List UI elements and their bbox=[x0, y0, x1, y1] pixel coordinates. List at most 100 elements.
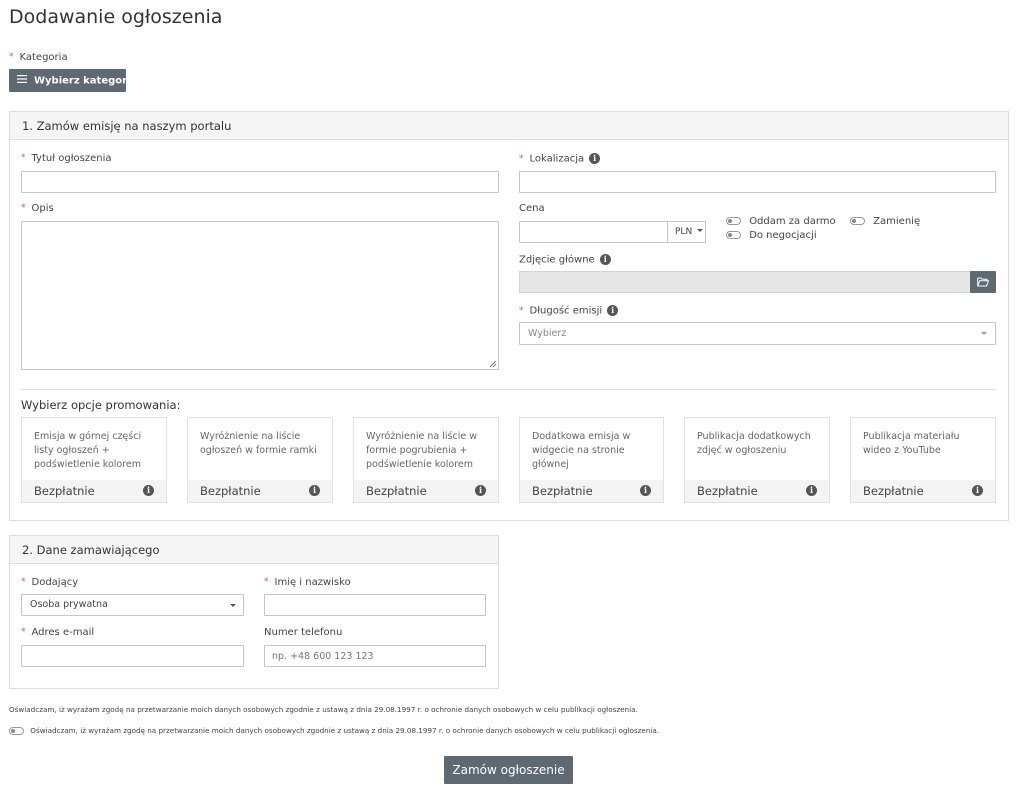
category-label: Kategoria bbox=[19, 52, 68, 63]
browse-file-button[interactable] bbox=[970, 271, 996, 293]
consent-toggle[interactable] bbox=[9, 727, 24, 735]
name-label-row: * Imię i nazwisko bbox=[264, 577, 351, 588]
chevron-down-icon bbox=[981, 332, 987, 335]
swap-label: Zamienię bbox=[873, 216, 921, 227]
email-label: Adres e-mail bbox=[31, 627, 95, 638]
submit-order-label: Zamów ogłoszenie bbox=[452, 763, 565, 777]
section-divider bbox=[21, 389, 996, 390]
promo-option-card[interactable]: Emisja w górnej części listy ogłoszeń + … bbox=[21, 417, 167, 503]
negotiate-toggle[interactable] bbox=[726, 231, 741, 239]
promo-option-text: Publikacja materiału wideo z YouTube bbox=[863, 431, 960, 456]
promo-option-price: Bezpłatnie bbox=[366, 484, 427, 498]
photo-label-row: Zdjęcie główne i bbox=[519, 254, 611, 266]
free-label: Oddam za darmo bbox=[749, 216, 836, 227]
submit-order-button[interactable]: Zamów ogłoszenie bbox=[444, 756, 573, 784]
info-icon[interactable]: i bbox=[309, 485, 320, 496]
email-input[interactable] bbox=[21, 645, 244, 667]
duration-label: Długość emisji bbox=[529, 305, 603, 317]
promo-heading: Wybierz opcje promowania: bbox=[21, 398, 181, 412]
name-input[interactable] bbox=[264, 594, 486, 616]
chevron-down-icon bbox=[230, 604, 236, 607]
adder-select[interactable]: Osoba prywatna bbox=[21, 594, 244, 616]
section-1-title: 1. Zamów emisję na naszym portalu bbox=[10, 112, 1008, 140]
negotiate-label: Do negocjacji bbox=[749, 230, 817, 241]
promo-option-card[interactable]: Dodatkowa emisja w widgecie na stronie g… bbox=[519, 417, 664, 503]
promo-option-text: Dodatkowa emisja w widgecie na stronie g… bbox=[532, 431, 631, 470]
promo-option-text: Wyróżnienie na liście ogłoszeń w formie … bbox=[200, 431, 317, 456]
required-mark: * bbox=[264, 577, 269, 587]
choose-category-label: Wybierz kategorię bbox=[34, 75, 138, 87]
duration-select[interactable]: Wybierz bbox=[519, 322, 996, 345]
choose-category-button[interactable]: Wybierz kategorię bbox=[9, 69, 137, 92]
info-icon[interactable]: i bbox=[143, 485, 154, 496]
info-icon[interactable]: i bbox=[589, 153, 601, 164]
info-icon[interactable]: i bbox=[599, 254, 611, 265]
promo-option-card[interactable]: Publikacja materiału wideo z YouTube Bez… bbox=[850, 417, 996, 503]
promo-option-footer: Bezpłatnie i bbox=[354, 480, 498, 502]
required-mark: * bbox=[519, 153, 524, 164]
description-label: Opis bbox=[31, 203, 54, 214]
price-label: Cena bbox=[519, 203, 545, 214]
photo-file-input[interactable] bbox=[519, 271, 971, 293]
required-mark: * bbox=[21, 627, 26, 637]
swap-toggle[interactable] bbox=[850, 217, 865, 225]
location-label-row: * Lokalizacja i bbox=[519, 153, 601, 165]
promo-option-price: Bezpłatnie bbox=[697, 484, 758, 498]
adder-value: Osoba prywatna bbox=[30, 599, 108, 610]
description-textarea[interactable] bbox=[21, 221, 499, 370]
promo-option-footer: Bezpłatnie i bbox=[22, 480, 166, 502]
phone-label: Numer telefonu bbox=[264, 627, 343, 638]
free-toggle[interactable] bbox=[726, 217, 741, 225]
swap-toggle-row[interactable]: Zamienię bbox=[850, 216, 920, 227]
consent-notice: Oświadczam, iż wyrażam zgodę na przetwar… bbox=[9, 705, 638, 714]
section-2-title: 2. Dane zamawiającego bbox=[10, 536, 498, 564]
adder-label-row: * Dodający bbox=[21, 577, 78, 588]
promo-option-price: Bezpłatnie bbox=[200, 484, 261, 498]
free-toggle-row[interactable]: Oddam za darmo bbox=[726, 216, 836, 227]
info-icon[interactable]: i bbox=[475, 485, 486, 496]
consent-toggle-label: Oświadczam, iż wyrażam zgodę na przetwar… bbox=[30, 726, 660, 735]
chevron-down-icon bbox=[697, 229, 704, 232]
resize-grip-icon[interactable] bbox=[489, 360, 497, 368]
info-icon[interactable]: i bbox=[972, 485, 983, 496]
duration-label-row: * Długość emisji i bbox=[519, 305, 619, 317]
page-title: Dodawanie ogłoszenia bbox=[9, 6, 223, 28]
promo-option-footer: Bezpłatnie i bbox=[188, 480, 332, 502]
price-input[interactable] bbox=[519, 221, 668, 243]
name-label: Imię i nazwisko bbox=[274, 577, 351, 588]
title-input[interactable] bbox=[21, 171, 499, 193]
description-label-row: * Opis bbox=[21, 203, 54, 214]
title-label-row: * Tytuł ogłoszenia bbox=[21, 153, 112, 164]
promo-option-footer: Bezpłatnie i bbox=[520, 480, 663, 502]
required-mark: * bbox=[21, 153, 26, 163]
promo-option-footer: Bezpłatnie i bbox=[685, 480, 829, 502]
info-icon[interactable]: i bbox=[640, 485, 651, 496]
hamburger-icon bbox=[17, 69, 27, 92]
info-icon[interactable]: i bbox=[806, 485, 817, 496]
promo-option-card[interactable]: Publikacja dodatkowych zdjęć w ogłoszeni… bbox=[684, 417, 830, 503]
required-mark: * bbox=[21, 577, 26, 587]
promo-option-footer: Bezpłatnie i bbox=[851, 480, 995, 502]
required-mark: * bbox=[21, 203, 26, 213]
promo-option-price: Bezpłatnie bbox=[863, 484, 924, 498]
required-mark: * bbox=[9, 52, 14, 62]
location-label: Lokalizacja bbox=[529, 153, 585, 165]
adder-label: Dodający bbox=[31, 577, 79, 588]
currency-value: PLN bbox=[675, 227, 693, 237]
location-input[interactable] bbox=[519, 171, 996, 193]
negotiate-toggle-row[interactable]: Do negocjacji bbox=[726, 230, 817, 241]
consent-toggle-row[interactable]: Oświadczam, iż wyrażam zgodę na przetwar… bbox=[9, 726, 659, 735]
promo-option-card[interactable]: Wyróżnienie na liście w formie pogrubien… bbox=[353, 417, 499, 503]
promo-option-text: Wyróżnienie na liście w formie pogrubien… bbox=[366, 431, 477, 470]
phone-input[interactable] bbox=[264, 645, 486, 667]
currency-select[interactable]: PLN bbox=[667, 221, 706, 243]
folder-open-icon bbox=[977, 277, 989, 287]
promo-option-price: Bezpłatnie bbox=[34, 484, 95, 498]
info-icon[interactable]: i bbox=[607, 305, 619, 316]
promo-option-text: Emisja w górnej części listy ogłoszeń + … bbox=[34, 431, 142, 470]
promo-option-card[interactable]: Wyróżnienie na liście ogłoszeń w formie … bbox=[187, 417, 333, 503]
photo-label: Zdjęcie główne bbox=[519, 254, 595, 266]
email-label-row: * Adres e-mail bbox=[21, 627, 94, 638]
required-mark: * bbox=[519, 305, 524, 316]
promo-option-price: Bezpłatnie bbox=[532, 484, 593, 498]
